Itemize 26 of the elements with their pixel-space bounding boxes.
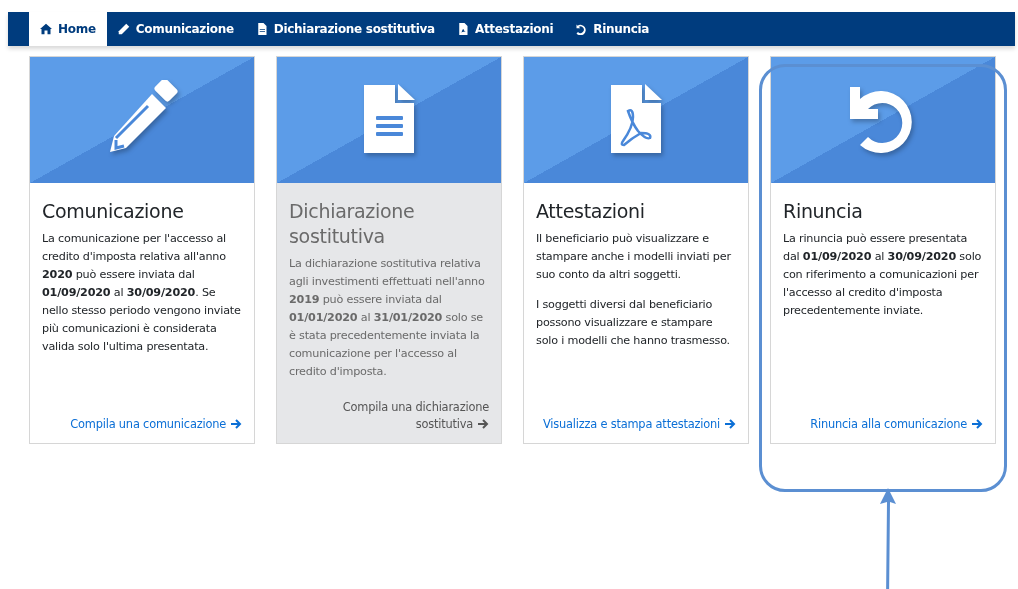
card-title: Comunicazione <box>42 199 185 224</box>
card-title: Attestazioni <box>536 199 646 224</box>
card-link[interactable]: Compila una comunicazione <box>42 415 242 433</box>
card-link[interactable]: Visualizza e stampa attestazioni <box>536 415 736 433</box>
arrow-right-icon <box>477 418 489 429</box>
nav-tab[interactable]: Attestazioni <box>445 12 565 46</box>
arrow-right-icon <box>724 418 736 429</box>
card-link[interactable]: Rinuncia alla comunicazione <box>783 415 983 433</box>
nav-tab[interactable]: Rinuncia <box>564 12 661 46</box>
card-description: Il beneficiario può visualizzare e stampare anche i modelli inviati per suo conto da altri soggetti. <box>536 231 732 283</box>
card-description: La comunicazione per l'accesso al credito d'imposta relativa all'anno 2020 può essere inviata dal 01/09/2020 al 30/09/2020. Se nello stesso periodo vengono inviate più comunicazioni è considerata valida solo l'ultima presentata. <box>42 231 242 355</box>
nav-tab[interactable]: Comunicazione <box>106 12 245 46</box>
pencil-icon <box>117 23 130 35</box>
nav-tab[interactable]: Dichiarazione sostitutiva <box>244 12 446 46</box>
undo-icon <box>575 23 588 35</box>
card-title: Dichiarazione sostitutiva <box>289 199 416 249</box>
card-title: Rinuncia <box>783 199 864 224</box>
home-icon <box>40 23 52 35</box>
nav-tab[interactable]: Home <box>29 12 107 46</box>
document-icon <box>255 23 268 35</box>
arrow-right-icon <box>971 418 983 429</box>
card-description: La rinuncia può essere presentata dal 01/09/2020 al 30/09/2020 solo con riferimento a comunicazioni per l'accesso al credito d'imposta precedentemente inviate. <box>783 231 983 319</box>
card-description: La dichiarazione sostitutiva relativa agli investimenti effettuati nell'anno 2019 può essere inviata dal 01/01/2020 al 31/01/2020 solo se è stata precedentemente inviata la comunicazione per l'accesso al credito d'imposta. <box>289 256 486 380</box>
pdf-file-icon <box>456 23 469 35</box>
card-description: I soggetti diversi dal beneficiario possono visualizzare e stampare solo i modelli che hanno trasmesso. <box>536 297 731 349</box>
arrow-right-icon <box>230 418 242 429</box>
